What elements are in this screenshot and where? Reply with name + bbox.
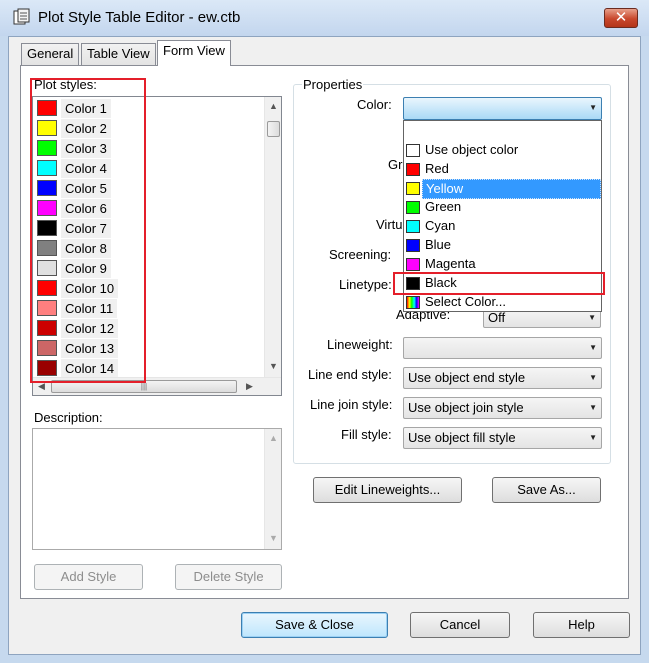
plot-styles-vertical-scrollbar[interactable]: ▲ ▼: [264, 97, 281, 377]
color-combo[interactable]: ▼: [403, 97, 602, 120]
color-swatch: [406, 163, 420, 176]
color-swatch: [406, 201, 420, 214]
fill-style-combo[interactable]: Use object fill style ▼: [403, 427, 602, 449]
edit-lineweights-button[interactable]: Edit Lineweights...: [313, 477, 462, 503]
color-option[interactable]: Green: [404, 198, 601, 217]
plot-style-editor-icon: [13, 8, 31, 26]
close-icon: ✕: [614, 9, 628, 26]
color-option[interactable]: Yellow: [404, 179, 601, 199]
highlight-box-plot-styles: [30, 78, 146, 383]
color-swatch: [406, 220, 420, 233]
fill-style-value: Use object fill style: [408, 430, 516, 445]
fill-style-label: Fill style:: [341, 427, 392, 442]
tab-form-view[interactable]: Form View: [157, 40, 231, 66]
description-textbox[interactable]: ▲ ▼: [32, 428, 282, 550]
window-title: Plot Style Table Editor - ew.ctb: [38, 9, 241, 26]
tab-table-view[interactable]: Table View: [81, 43, 156, 65]
color-palette-icon: [406, 296, 420, 309]
properties-group-label: Properties: [302, 77, 364, 92]
chevron-down-icon: ▼: [589, 433, 597, 442]
color-option-label: Blue: [425, 237, 452, 252]
color-option[interactable]: Select Color...: [404, 293, 601, 312]
chevron-down-icon: ▼: [589, 403, 597, 412]
color-option-label: Green: [425, 199, 462, 214]
color-swatch: [406, 239, 420, 252]
help-button[interactable]: Help: [533, 612, 630, 638]
delete-style-button[interactable]: Delete Style: [175, 564, 282, 590]
description-label: Description:: [34, 410, 103, 425]
highlight-box-black-option: [393, 272, 605, 295]
chevron-down-icon: ▼: [589, 373, 597, 382]
scroll-up-icon[interactable]: ▲: [265, 101, 282, 111]
line-end-style-value: Use object end style: [408, 370, 526, 385]
line-join-style-combo[interactable]: Use object join style ▼: [403, 397, 602, 419]
description-scrollbar[interactable]: ▲ ▼: [264, 429, 281, 549]
line-end-style-combo[interactable]: Use object end style ▼: [403, 367, 602, 389]
scroll-down-icon[interactable]: ▼: [265, 533, 282, 543]
color-option-label: Yellow: [422, 179, 601, 199]
color-option-label: Select Color...: [425, 294, 506, 309]
color-option-label: Use object color: [425, 142, 519, 157]
cancel-button[interactable]: Cancel: [410, 612, 510, 638]
color-swatch: [406, 182, 420, 195]
tab-general[interactable]: General: [21, 43, 80, 65]
adaptive-value: Off: [488, 310, 506, 325]
color-swatch: [406, 258, 420, 271]
close-button[interactable]: ✕: [604, 8, 638, 28]
lineweight-combo[interactable]: ▼: [403, 337, 602, 359]
scroll-right-icon[interactable]: ▶: [241, 381, 258, 392]
add-style-button[interactable]: Add Style: [34, 564, 143, 590]
chevron-down-icon: ▼: [589, 103, 597, 112]
linetype-label: Linetype:: [339, 277, 392, 292]
scroll-thumb[interactable]: [267, 121, 280, 137]
line-end-style-label: Line end style:: [308, 367, 392, 382]
color-option-label: Red: [425, 161, 449, 176]
lineweight-label: Lineweight:: [327, 337, 393, 352]
title-bar: Plot Style Table Editor - ew.ctb ✕: [0, 0, 649, 36]
chevron-down-icon: ▼: [589, 343, 597, 352]
grayscale-label: Gr: [388, 157, 403, 172]
scroll-down-icon[interactable]: ▼: [265, 361, 282, 371]
color-label: Color:: [357, 97, 392, 112]
virtual-pen-label: Virtu: [376, 217, 403, 232]
line-join-style-value: Use object join style: [408, 400, 524, 415]
color-option[interactable]: Use object color: [404, 141, 601, 160]
save-close-button[interactable]: Save & Close: [241, 612, 388, 638]
color-option-label: Cyan: [425, 218, 456, 233]
color-option[interactable]: Cyan: [404, 217, 601, 236]
color-option-label: Magenta: [425, 256, 476, 271]
color-swatch: [406, 144, 420, 157]
line-join-style-label: Line join style:: [310, 397, 393, 412]
scroll-up-icon[interactable]: ▲: [265, 433, 282, 443]
color-option[interactable]: Red: [404, 160, 601, 179]
color-option[interactable]: Blue: [404, 236, 601, 255]
screening-label: Screening:: [329, 247, 392, 262]
save-as-button[interactable]: Save As...: [492, 477, 601, 503]
